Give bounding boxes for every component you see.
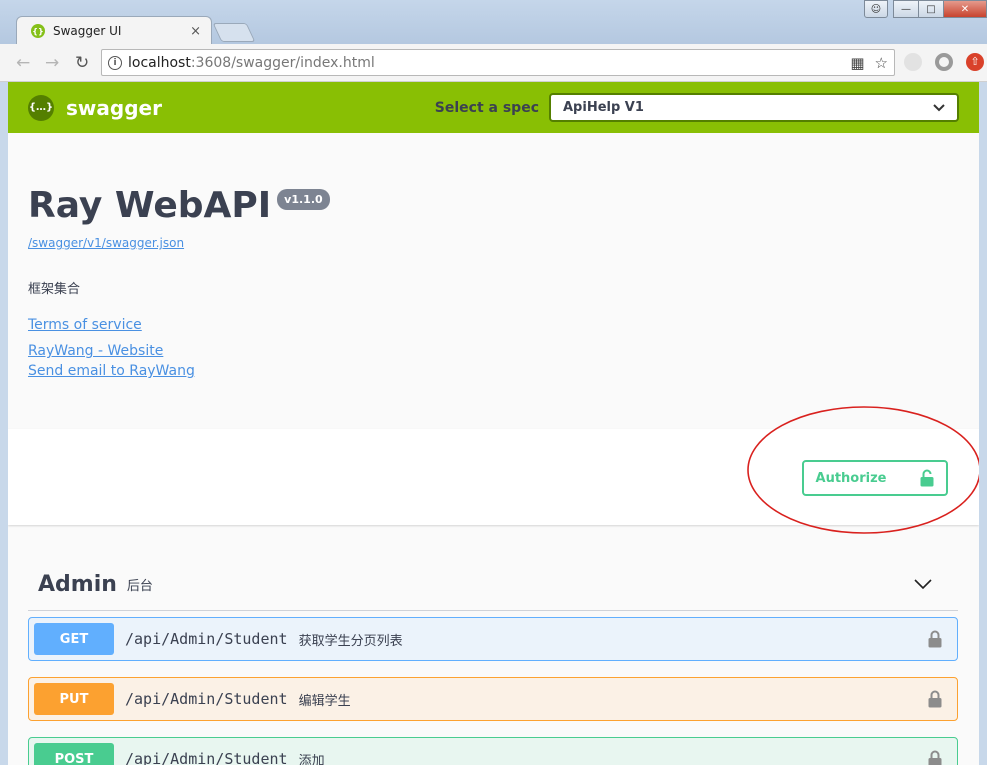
operation-put-student[interactable]: PUT /api/Admin/Student 编辑学生 bbox=[28, 677, 958, 721]
back-arrow-icon[interactable]: ← bbox=[16, 53, 30, 73]
operation-summary: 添加 bbox=[298, 753, 325, 765]
contact-website-link[interactable]: RayWang - Website bbox=[28, 343, 959, 359]
contact-email-link[interactable]: Send email to RayWang bbox=[28, 363, 959, 379]
lock-icon[interactable] bbox=[928, 630, 942, 648]
operation-post-student[interactable]: POST /api/Admin/Student 添加 bbox=[28, 737, 958, 765]
forward-arrow-icon[interactable]: → bbox=[45, 53, 59, 73]
address-bar[interactable]: i localhost :3608/swagger/index.html ▦ ☆ bbox=[101, 49, 895, 76]
swagger-logo-icon[interactable]: {…} bbox=[28, 94, 54, 121]
api-title: Ray WebAPI bbox=[28, 185, 272, 226]
version-badge: v1.1.0 bbox=[277, 189, 330, 210]
operation-summary: 编辑学生 bbox=[298, 693, 351, 709]
api-description: 框架集合 bbox=[28, 282, 81, 297]
tab-close-icon[interactable]: × bbox=[190, 24, 201, 39]
browser-toolbar: ← → ↻ i localhost :3608/swagger/index.ht… bbox=[0, 44, 987, 82]
operation-path: /api/Admin/Student bbox=[125, 750, 288, 765]
bookmark-star-icon[interactable]: ☆ bbox=[875, 54, 888, 72]
terms-of-service-link[interactable]: Terms of service bbox=[28, 317, 959, 333]
site-info-icon[interactable]: i bbox=[108, 55, 122, 70]
swagger-favicon-icon: {} bbox=[31, 24, 45, 38]
collapse-chevron-icon[interactable] bbox=[914, 579, 932, 590]
browser-tabstrip: {} Swagger UI × ☺ — □ ✕ bbox=[0, 0, 987, 45]
close-window-button[interactable]: ✕ bbox=[943, 0, 987, 18]
swagger-logo-text[interactable]: swagger bbox=[66, 96, 162, 120]
operation-path: /api/Admin/Student bbox=[125, 630, 288, 648]
operation-get-student[interactable]: GET /api/Admin/Student 获取学生分页列表 bbox=[28, 617, 958, 661]
method-badge: GET bbox=[34, 623, 114, 655]
unlock-icon bbox=[920, 469, 934, 487]
swagger-topbar: {…} swagger Select a spec ApiHelp V1 bbox=[8, 82, 979, 133]
spec-label: Select a spec bbox=[434, 99, 539, 116]
lock-icon[interactable] bbox=[928, 750, 942, 765]
browser-tab[interactable]: {} Swagger UI × bbox=[16, 16, 212, 45]
scheme-container: Authorize bbox=[8, 406, 979, 534]
operation-summary: 获取学生分页列表 bbox=[298, 633, 403, 649]
tag-header[interactable]: Admin 后台 bbox=[28, 559, 958, 611]
method-badge: PUT bbox=[34, 683, 114, 715]
maximize-button[interactable]: □ bbox=[918, 0, 944, 18]
swagger-page: {…} swagger Select a spec ApiHelp V1 Ray… bbox=[8, 82, 979, 765]
tab-title: Swagger UI bbox=[53, 24, 122, 38]
api-info: Ray WebAPI v1.1.0 /swagger/v1/swagger.js… bbox=[8, 133, 979, 429]
url-host: localhost bbox=[128, 54, 191, 71]
tag-description: 后台 bbox=[126, 579, 153, 594]
url-path: :3608/swagger/index.html bbox=[190, 54, 375, 71]
spec-select-value: ApiHelp V1 bbox=[563, 100, 644, 115]
chevron-down-icon bbox=[933, 103, 945, 111]
translate-icon[interactable]: ▦ bbox=[850, 54, 864, 72]
authorize-label: Authorize bbox=[815, 470, 887, 486]
extension-upload-icon[interactable]: ⇧ bbox=[966, 53, 984, 71]
window-controls: ☺ — □ ✕ bbox=[864, 0, 987, 18]
tag-section-admin: Admin 后台 GET /api/Admin/Student 获取学生分页列表… bbox=[28, 559, 958, 765]
extension-circle-icon[interactable] bbox=[935, 53, 953, 71]
minimize-button[interactable]: — bbox=[893, 0, 919, 18]
lock-icon[interactable] bbox=[928, 690, 942, 708]
reload-icon[interactable]: ↻ bbox=[75, 53, 89, 73]
extension-icon[interactable] bbox=[904, 53, 922, 71]
user-icon[interactable]: ☺ bbox=[864, 0, 888, 18]
operation-path: /api/Admin/Student bbox=[125, 690, 288, 708]
spec-select[interactable]: ApiHelp V1 bbox=[549, 93, 959, 122]
method-badge: POST bbox=[34, 743, 114, 765]
spec-json-link[interactable]: /swagger/v1/swagger.json bbox=[28, 236, 959, 250]
tag-name: Admin bbox=[38, 572, 117, 597]
authorize-button[interactable]: Authorize bbox=[802, 460, 948, 496]
new-tab-button[interactable] bbox=[212, 23, 256, 42]
